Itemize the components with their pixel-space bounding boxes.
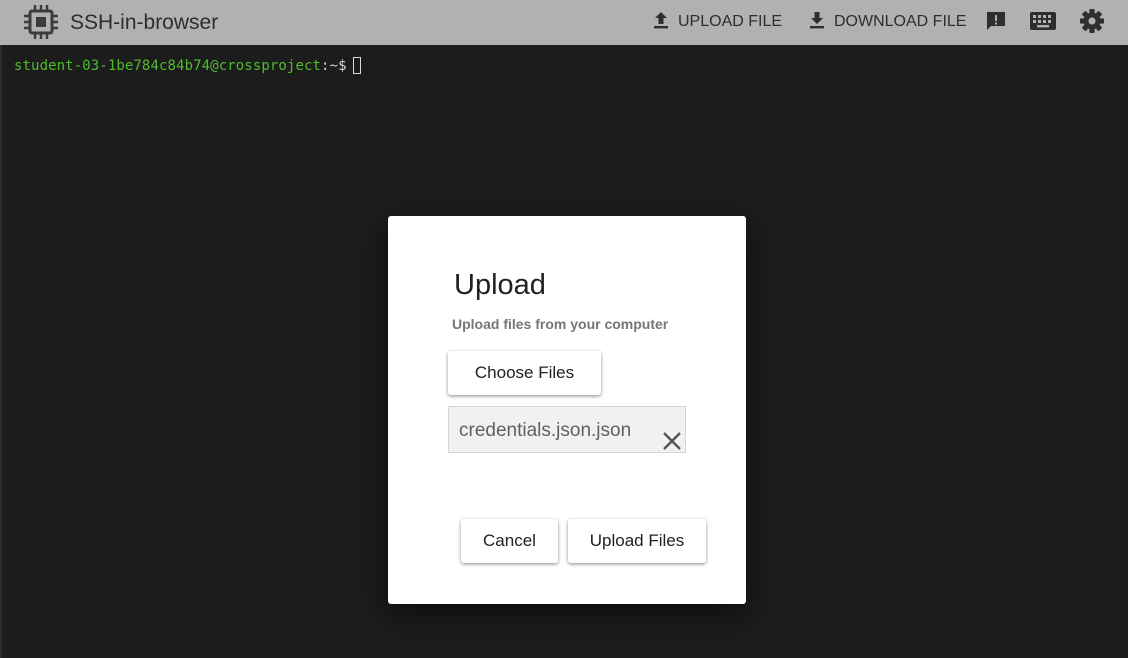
feedback-button[interactable] [982, 9, 1010, 37]
cancel-button[interactable]: Cancel [461, 519, 558, 563]
dialog-subtitle: Upload files from your computer [452, 316, 669, 332]
selected-file-chip: credentials.json.json [448, 406, 686, 453]
upload-file-button[interactable]: UPLOAD FILE [652, 10, 782, 34]
chip-icon [22, 3, 60, 41]
feedback-icon [984, 9, 1008, 38]
prompt-path: :~$ [321, 58, 347, 74]
upload-icon [652, 10, 670, 35]
upload-files-button[interactable]: Upload Files [568, 519, 706, 563]
prompt-user-host: student-03-1be784c84b74@crossproject [14, 58, 322, 74]
dialog-title: Upload [454, 269, 546, 301]
settings-button[interactable] [1078, 8, 1106, 39]
choose-files-button[interactable]: Choose Files [448, 351, 601, 395]
keyboard-button[interactable] [1029, 9, 1057, 37]
app-title: SSH-in-browser [70, 11, 219, 34]
settings-icon [1079, 8, 1105, 39]
download-file-button[interactable]: DOWNLOAD FILE [808, 10, 966, 34]
close-icon[interactable] [662, 431, 684, 453]
selected-file-name: credentials.json.json [459, 420, 632, 441]
keyboard-icon [1029, 10, 1057, 37]
upload-dialog: Upload Upload files from your computer C… [388, 216, 746, 604]
download-icon [808, 10, 826, 35]
terminal-cursor [352, 57, 361, 74]
upload-file-label: UPLOAD FILE [678, 13, 783, 30]
top-bar: SSH-in-browser UPLOAD FILE DOWNLOAD FILE [0, 0, 1128, 45]
terminal-prompt: student-03-1be784c84b74@crossproject:~$ [14, 57, 361, 75]
download-file-label: DOWNLOAD FILE [834, 13, 967, 30]
